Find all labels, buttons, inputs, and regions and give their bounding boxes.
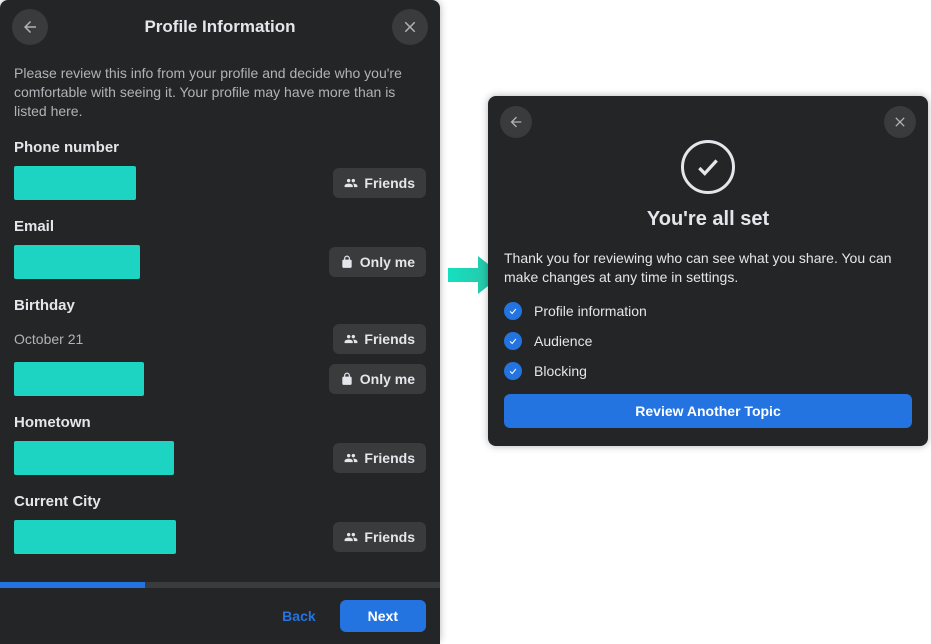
- lock-icon: [340, 372, 354, 386]
- field-row: Only me: [14, 362, 426, 396]
- next-button[interactable]: Next: [340, 600, 426, 632]
- check-badge: [504, 332, 522, 350]
- audience-selector-onlyme[interactable]: Only me: [329, 247, 426, 277]
- field-row: Friends: [14, 520, 426, 554]
- back-button[interactable]: Back: [268, 600, 329, 632]
- checkmark-icon: [508, 306, 518, 316]
- checklist-label: Profile information: [534, 303, 647, 319]
- friends-icon: [344, 332, 358, 346]
- checklist-item-profile: Profile information: [504, 302, 912, 320]
- audience-selector-friends[interactable]: Friends: [333, 443, 426, 473]
- audience-label: Only me: [360, 254, 415, 270]
- success-circle: [681, 140, 735, 194]
- field-hometown: Hometown Friends: [14, 414, 426, 475]
- checkmark-icon: [508, 366, 518, 376]
- audience-label: Friends: [364, 175, 415, 191]
- lock-icon: [340, 255, 354, 269]
- field-row: October 21 Friends: [14, 324, 426, 354]
- progress-fill: [0, 582, 145, 588]
- audience-selector-onlyme[interactable]: Only me: [329, 364, 426, 394]
- progress-bar: [0, 582, 440, 588]
- field-label: Email: [14, 218, 426, 235]
- modal-footer: Back Next: [0, 588, 440, 644]
- audience-label: Friends: [364, 450, 415, 466]
- back-arrow-button[interactable]: [12, 9, 48, 45]
- close-icon: [401, 18, 419, 36]
- profile-info-modal: Profile Information Please review this i…: [0, 0, 440, 644]
- friends-icon: [344, 530, 358, 544]
- field-row: Friends: [14, 166, 426, 200]
- redacted-value: [14, 166, 136, 200]
- checklist-label: Audience: [534, 333, 592, 349]
- audience-label: Friends: [364, 331, 415, 347]
- modal-title: Profile Information: [144, 17, 295, 37]
- audience-label: Only me: [360, 371, 415, 387]
- modal-header: Profile Information: [0, 0, 440, 54]
- checkmark-icon: [695, 154, 721, 180]
- field-current-city: Current City Friends: [14, 493, 426, 554]
- close-button[interactable]: [884, 106, 916, 138]
- field-row: Only me: [14, 245, 426, 279]
- checkmark-icon: [508, 336, 518, 346]
- instructions-text: Please review this info from your profil…: [14, 64, 426, 121]
- field-phone: Phone number Friends: [14, 139, 426, 200]
- close-icon: [892, 114, 908, 130]
- checklist-item-audience: Audience: [504, 332, 912, 350]
- review-another-topic-button[interactable]: Review Another Topic: [504, 394, 912, 428]
- all-set-modal: You're all set Thank you for reviewing w…: [488, 96, 928, 446]
- redacted-value: [14, 362, 144, 396]
- field-birthday: Birthday October 21 Friends Only me: [14, 297, 426, 396]
- audience-selector-friends[interactable]: Friends: [333, 168, 426, 198]
- audience-selector-friends[interactable]: Friends: [333, 522, 426, 552]
- audience-label: Friends: [364, 529, 415, 545]
- modal-body: Thank you for reviewing who can see what…: [488, 249, 928, 380]
- field-row: Friends: [14, 441, 426, 475]
- check-badge: [504, 302, 522, 320]
- audience-selector-friends[interactable]: Friends: [333, 324, 426, 354]
- birthday-value: October 21: [14, 331, 83, 347]
- arrow-left-icon: [508, 114, 524, 130]
- success-icon-wrap: [488, 140, 928, 194]
- modal-header: [488, 96, 928, 144]
- close-button[interactable]: [392, 9, 428, 45]
- field-email: Email Only me: [14, 218, 426, 279]
- all-set-description: Thank you for reviewing who can see what…: [504, 249, 912, 288]
- redacted-value: [14, 245, 140, 279]
- field-label: Hometown: [14, 414, 426, 431]
- redacted-value: [14, 441, 174, 475]
- modal-body: Please review this info from your profil…: [0, 54, 440, 582]
- checklist-label: Blocking: [534, 363, 587, 379]
- friends-icon: [344, 176, 358, 190]
- friends-icon: [344, 451, 358, 465]
- checklist-item-blocking: Blocking: [504, 362, 912, 380]
- field-label: Phone number: [14, 139, 426, 156]
- back-arrow-button[interactable]: [500, 106, 532, 138]
- redacted-value: [14, 520, 176, 554]
- progress-bar-wrap: [0, 582, 440, 588]
- field-label: Current City: [14, 493, 426, 510]
- field-label: Birthday: [14, 297, 426, 314]
- all-set-title: You're all set: [488, 208, 928, 231]
- check-badge: [504, 362, 522, 380]
- arrow-left-icon: [21, 18, 39, 36]
